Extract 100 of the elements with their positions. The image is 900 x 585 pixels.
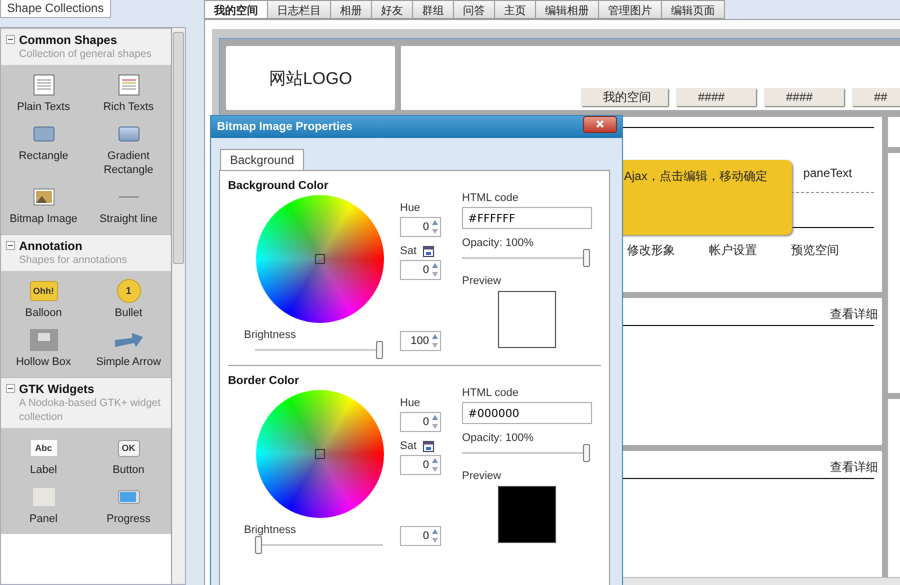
shape-label[interactable]: Straight line: [99, 212, 158, 226]
shape-label[interactable]: Balloon: [25, 306, 62, 320]
spin-field[interactable]: 100: [400, 331, 441, 351]
shape-label[interactable]: Hollow Box: [16, 355, 72, 369]
color-preview: [498, 486, 556, 543]
opacity-label: Opacity: 100%: [462, 432, 535, 444]
dialog-tab[interactable]: Background: [220, 149, 304, 170]
section-header[interactable]: GTK Widgets A Nodoka-based GTK+ widget collection: [1, 377, 171, 428]
logo-text: 网站LOGO: [268, 68, 352, 90]
close-button[interactable]: [583, 116, 617, 132]
spin-field[interactable]: 0: [400, 455, 441, 475]
html-code-field[interactable]: #000000: [462, 402, 592, 424]
small-window-icon[interactable]: [422, 246, 434, 256]
page-tab[interactable]: 编辑相册: [536, 0, 599, 19]
shape-label[interactable]: Panel: [29, 512, 58, 526]
section-header[interactable]: Common Shapes Collection of general shapes: [1, 28, 171, 65]
profile-link[interactable]: 帐户设置: [709, 242, 757, 259]
shape-label[interactable]: Progress: [106, 512, 151, 526]
picture-icon: [32, 188, 54, 206]
color-preview: [498, 291, 556, 348]
preview-label: Preview: [462, 470, 502, 482]
html-code-label: HTML code: [462, 192, 520, 204]
brightness-slider-thumb[interactable]: [376, 341, 383, 359]
scrollbar[interactable]: [172, 28, 185, 584]
profile-link[interactable]: 修改形象: [627, 242, 675, 259]
spin-field[interactable]: 0: [400, 412, 441, 432]
spin-arrows-icon[interactable]: [431, 527, 439, 545]
section-title: Border Color: [228, 375, 300, 387]
wheel-marker[interactable]: [315, 254, 325, 264]
section-title: Annotation: [19, 239, 84, 253]
shape-label[interactable]: Rectangle: [18, 149, 68, 163]
progress-bar-icon: [118, 490, 140, 504]
page-tab[interactable]: 日志栏目: [268, 0, 331, 19]
spin-field[interactable]: 0: [400, 260, 441, 280]
html-code-field[interactable]: #FFFFFF: [462, 207, 592, 229]
shape-label[interactable]: Simple Arrow: [96, 355, 161, 369]
brightness-label: Brightness: [244, 524, 297, 536]
brightness-slider-thumb[interactable]: [255, 536, 262, 554]
sat-label: Sat: [400, 245, 417, 257]
spin-field[interactable]: 0: [400, 217, 441, 237]
section-subtitle: Shapes for annotations: [19, 253, 127, 267]
profile-link[interactable]: 预览空间: [791, 242, 839, 259]
shape-label[interactable]: Button: [112, 463, 144, 477]
page-tab[interactable]: 管理图片: [599, 0, 662, 19]
text-document-icon: [32, 74, 54, 96]
shape-label[interactable]: Label: [30, 463, 57, 477]
shape-label[interactable]: Plain Texts: [17, 100, 70, 114]
page-tab[interactable]: 主页: [495, 0, 536, 19]
button-icon: OK: [118, 440, 140, 456]
arrow-icon: [114, 330, 144, 350]
sat-label: Sat: [400, 440, 417, 452]
section-header[interactable]: Annotation Shapes for annotations: [1, 234, 171, 271]
spin-arrows-icon[interactable]: [431, 332, 439, 350]
opacity-slider-thumb[interactable]: [583, 444, 590, 462]
text-document-icon: [118, 74, 140, 96]
spin-arrows-icon[interactable]: [431, 218, 439, 236]
page-tab[interactable]: 编辑页面: [662, 0, 725, 19]
section-subtitle: A Nodoka-based GTK+ widget collection: [19, 396, 162, 424]
nav-button[interactable]: 我的空间: [581, 88, 668, 106]
wheel-marker[interactable]: [315, 449, 325, 459]
nav-button[interactable]: ####: [764, 88, 844, 106]
rectangle-icon: [32, 126, 54, 142]
close-icon[interactable]: [596, 120, 604, 128]
opacity-slider-thumb[interactable]: [583, 249, 590, 267]
shape-label[interactable]: Bullet: [114, 306, 142, 320]
balloon-icon: Ohh!: [30, 281, 58, 301]
page-tab[interactable]: 问答: [454, 0, 495, 19]
shape-label[interactable]: Bitmap Image: [10, 212, 78, 226]
line-icon: [118, 196, 140, 198]
hue-label: Hue: [400, 397, 422, 409]
details-link[interactable]: 查看详细: [830, 460, 878, 474]
section-title: GTK Widgets: [19, 382, 96, 396]
opacity-label: Opacity: 100%: [462, 237, 535, 249]
bullet-icon: 1: [116, 279, 140, 303]
spin-arrows-icon[interactable]: [431, 261, 439, 279]
shape-label[interactable]: Rich Texts: [103, 100, 154, 114]
dialog-title: Bitmap Image Properties: [217, 121, 352, 133]
spin-arrows-icon[interactable]: [431, 456, 439, 474]
hue-label: Hue: [400, 202, 422, 214]
details-link[interactable]: 查看详细: [830, 307, 878, 321]
page-tab[interactable]: 相册: [331, 0, 372, 19]
page-tab[interactable]: 好友: [372, 0, 413, 19]
nav-button[interactable]: ##: [852, 88, 900, 106]
page-tab[interactable]: 我的空间: [204, 0, 268, 19]
shape-label[interactable]: Gradient Rectangle: [94, 149, 164, 177]
spin-arrows-icon[interactable]: [431, 413, 439, 431]
panel-tab[interactable]: Shape Collections: [0, 0, 111, 18]
small-window-icon[interactable]: [422, 440, 434, 452]
preview-label: Preview: [462, 275, 502, 287]
html-code-label: HTML code: [462, 387, 520, 399]
section-title: Background Color: [228, 180, 330, 192]
collapse-icon[interactable]: [6, 384, 15, 393]
hollow-box-icon: [30, 329, 58, 351]
nav-button[interactable]: ####: [676, 88, 756, 106]
collapse-icon[interactable]: [6, 241, 15, 250]
collapse-icon[interactable]: [6, 35, 15, 44]
page-tab[interactable]: 群组: [413, 0, 454, 19]
spin-field[interactable]: 0: [400, 526, 441, 546]
horizontal-scrollbar[interactable]: [620, 577, 900, 585]
brightness-label: Brightness: [244, 329, 297, 341]
